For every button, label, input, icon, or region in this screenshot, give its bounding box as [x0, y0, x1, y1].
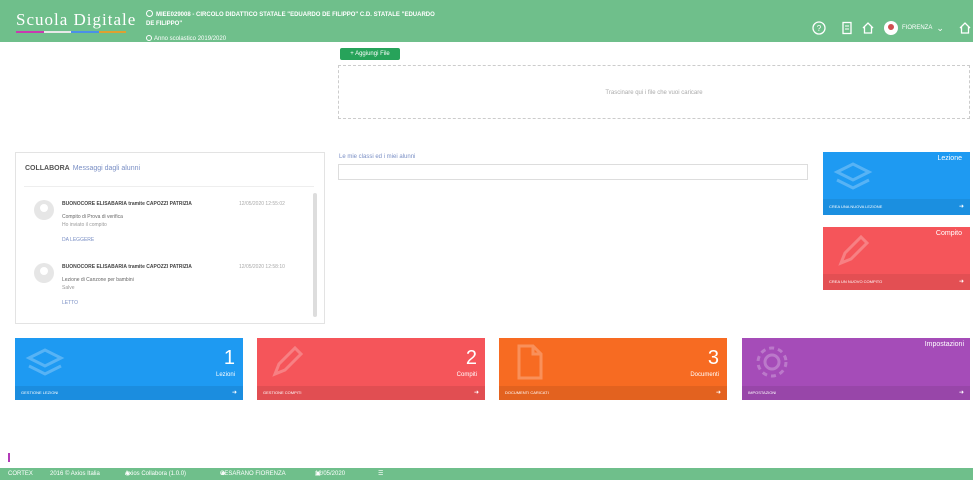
documents-count: 3 [707, 347, 719, 369]
school-year: Anno scolastico 2019/2020 [146, 35, 226, 42]
clock-icon [146, 35, 152, 41]
arrow-right-icon: ➜ [958, 279, 964, 285]
tile-footer[interactable]: IMPOSTAZIONI ➜ [742, 386, 970, 400]
arrow-right-icon: ➜ [473, 390, 479, 396]
logo-stripes [16, 31, 126, 33]
pencil-icon [838, 234, 870, 266]
avatar [34, 263, 54, 283]
gear-icon [756, 346, 788, 378]
layers-icon [833, 162, 873, 190]
add-file-button[interactable]: + Aggiungi File [340, 48, 400, 60]
svg-text:?: ? [817, 24, 822, 33]
avatar [34, 200, 54, 220]
status-link[interactable]: LETTO [62, 300, 78, 306]
top-bar: Scuola Digitale MIEE029008 - CIRCOLO DID… [0, 0, 973, 42]
avatar [884, 21, 898, 35]
new-lesson-tile[interactable]: Lezione CREA UNA NUOVA LEZIONE ➜ [823, 152, 970, 215]
tile-footer[interactable]: CREA UN NUOVO COMPITO ➜ [823, 274, 970, 290]
status-link[interactable]: DA LEGGERE [62, 237, 94, 243]
new-assignment-tile[interactable]: Compito CREA UN NUOVO COMPITO ➜ [823, 227, 970, 290]
book-icon[interactable] [840, 21, 854, 35]
menu-icon[interactable]: ☰ [378, 468, 383, 480]
user-menu[interactable]: FIORENZA ⌄ [884, 20, 944, 36]
documents-tile[interactable]: 3 Documenti DOCUMENTI CARICATI ➜ [499, 338, 727, 400]
assignments-tile[interactable]: 2 Compiti GESTIONE COMPITI ➜ [257, 338, 485, 400]
chevron-down-icon: ⌄ [936, 22, 944, 33]
message-item[interactable]: BUONOCORE ELISABARIA tramite CAPOZZI PAT… [24, 256, 304, 316]
footer-copyright: 2016 © Axios Italia [50, 471, 100, 477]
classes-select[interactable] [338, 164, 808, 180]
school-name: MIEE029008 - CIRCOLO DIDATTICO STATALE "… [146, 10, 435, 27]
arrow-right-icon: ➜ [715, 390, 721, 396]
home-icon[interactable] [958, 21, 972, 35]
lessons-count: 1 [223, 347, 235, 369]
classes-label: Le mie classi ed i miei alunni [339, 154, 416, 160]
settings-tile[interactable]: Impostazioni IMPOSTAZIONI ➜ [742, 338, 970, 400]
home-icon[interactable] [861, 21, 875, 35]
help-icon[interactable]: ? [812, 21, 826, 35]
assignments-count: 2 [465, 347, 477, 369]
message-list: BUONOCORE ELISABARIA tramite CAPOZZI PAT… [24, 186, 314, 319]
scrollbar[interactable] [313, 193, 317, 317]
layers-icon [25, 348, 65, 376]
document-icon [517, 344, 543, 380]
file-dropzone[interactable]: Trascinare qui i file che vuoi caricare [338, 65, 970, 119]
tile-footer[interactable]: DOCUMENTI CARICATI ➜ [499, 386, 727, 400]
school-icon [146, 10, 153, 17]
lessons-tile[interactable]: 1 Lezioni GESTIONE LEZIONI ➜ [15, 338, 243, 400]
panel-title: COLLABORA Messaggi dagli alunni [25, 165, 141, 172]
page-marker [8, 453, 10, 462]
arrow-right-icon: ➜ [958, 204, 964, 210]
tile-footer[interactable]: GESTIONE COMPITI ➜ [257, 386, 485, 400]
user-name: FIORENZA [902, 25, 933, 31]
app-logo[interactable]: Scuola Digitale [16, 10, 136, 30]
footer-brand: CORTEX [8, 471, 33, 477]
tile-footer[interactable]: CREA UNA NUOVA LEZIONE ➜ [823, 199, 970, 215]
arrow-right-icon: ➜ [231, 390, 237, 396]
tile-footer[interactable]: GESTIONE LEZIONI ➜ [15, 386, 243, 400]
pencil-icon [272, 345, 304, 377]
collabora-panel: COLLABORA Messaggi dagli alunni BUONOCORE… [15, 152, 325, 324]
message-item[interactable]: BUONOCORE ELISABARIA tramite CAPOZZI PAT… [24, 193, 304, 253]
footer-bar: CORTEX 2016 © Axios Italia ◉ Axios Colla… [0, 468, 973, 480]
arrow-right-icon: ➜ [958, 390, 964, 396]
